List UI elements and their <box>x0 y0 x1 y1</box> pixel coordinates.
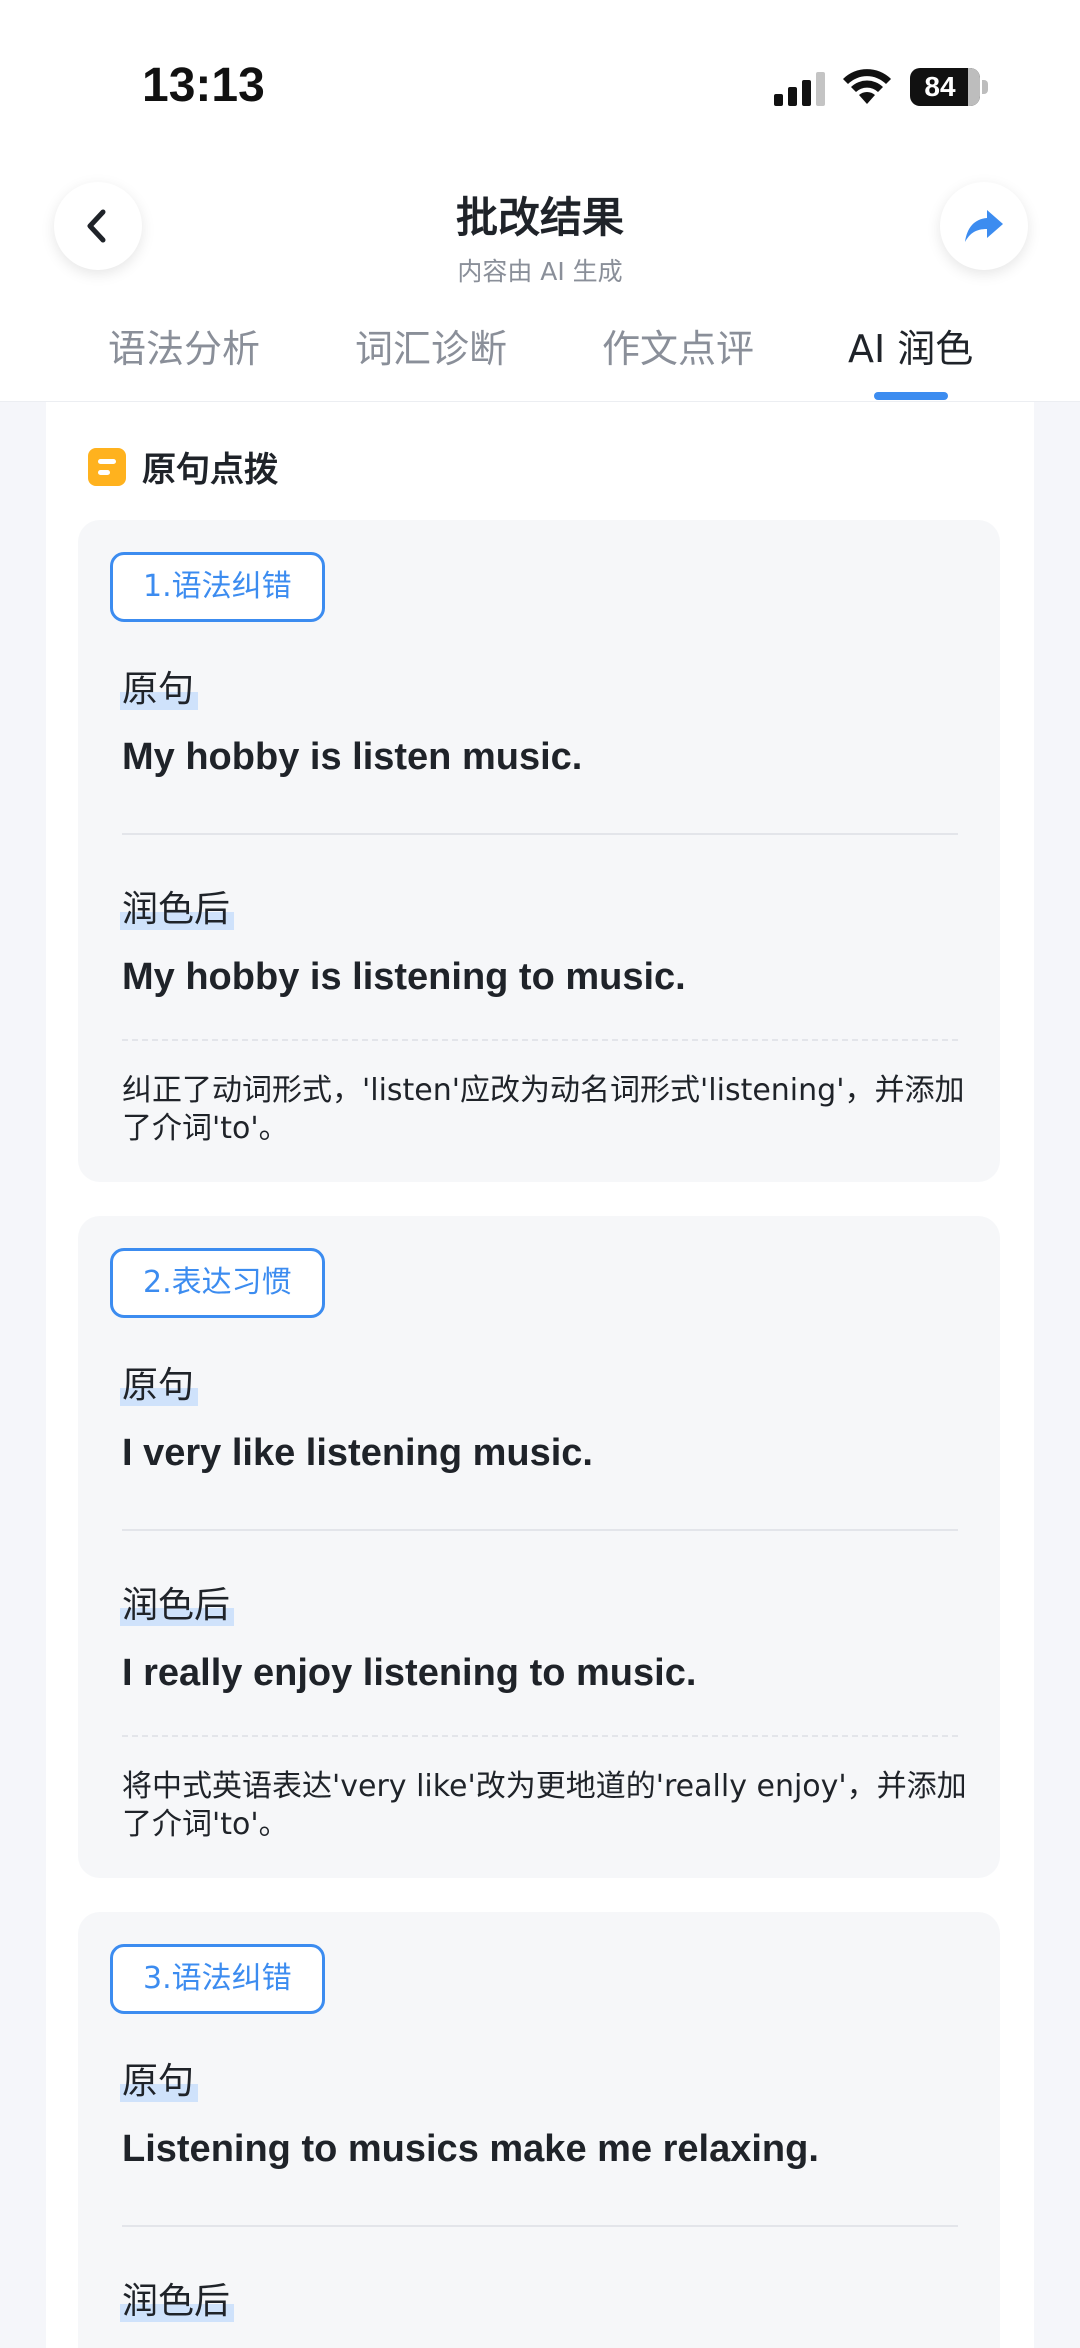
tab-ai-polish[interactable]: AI 润色 <box>848 318 973 373</box>
cellular-signal-icon <box>774 72 825 106</box>
divider <box>122 2225 958 2227</box>
suggestion-tag: 3.语法纠错 <box>110 1944 325 2014</box>
polished-label: 润色后 <box>119 1576 235 1628</box>
suggestion-card: 2.表达习惯 原句 I very like listening music. 润… <box>78 1216 1000 1878</box>
polished-label: 润色后 <box>119 2272 235 2324</box>
tab-bar: 语法分析 词汇诊断 作文点评 AI 润色 <box>0 312 1080 402</box>
page-title: 批改结果 <box>455 193 624 242</box>
battery-level: 84 <box>924 71 956 102</box>
note-icon <box>88 447 126 486</box>
polished-sentence: I really enjoy listening to music. <box>122 1652 697 1694</box>
status-time: 13:13 <box>142 59 265 112</box>
section-title: 原句点拨 <box>142 450 278 490</box>
suggestion-tag: 1.语法纠错 <box>110 552 325 622</box>
divider <box>122 1529 958 1531</box>
screen: 13:13 84 批改结果 内容由 AI 生成 语法分析 词汇诊断 作文点评 A… <box>0 0 1080 2348</box>
original-label: 原句 <box>119 660 199 712</box>
suggestion-card: 3.语法纠错 原句 Listening to musics make me re… <box>78 1912 1000 2348</box>
status-bar: 13:13 84 <box>0 0 1080 150</box>
share-button[interactable] <box>940 182 1028 270</box>
polished-sentence: My hobby is listening to music. <box>122 956 686 998</box>
tab-active-indicator <box>874 392 948 400</box>
original-label: 原句 <box>119 1356 199 1408</box>
original-sentence: Listening to musics make me relaxing. <box>122 2128 819 2170</box>
battery-icon: 84 <box>910 68 988 106</box>
section-header: 原句点拨 <box>88 442 278 491</box>
share-arrow-icon <box>965 210 1003 242</box>
tab-essay-review[interactable]: 作文点评 <box>602 318 754 373</box>
tab-grammar-analysis[interactable]: 语法分析 <box>108 318 260 373</box>
original-label: 原句 <box>119 2052 199 2104</box>
dashed-divider <box>122 1735 958 1737</box>
page-subtitle: 内容由 AI 生成 <box>457 257 623 286</box>
explanation-text: 纠正了动词形式，'listen'应改为动名词形式'listening'，并添加了… <box>122 1073 965 1146</box>
polished-label: 润色后 <box>119 880 235 932</box>
content-card: 原句点拨 1.语法纠错 原句 My hobby is listen music.… <box>46 402 1034 2348</box>
wifi-icon <box>843 69 891 104</box>
suggestion-tag: 2.表达习惯 <box>110 1248 325 1318</box>
dashed-divider <box>122 1039 958 1041</box>
explanation-text: 将中式英语表达'very like'改为更地道的'really enjoy'，并… <box>122 1769 967 1842</box>
original-sentence: My hobby is listen music. <box>122 736 583 778</box>
divider <box>122 833 958 835</box>
suggestion-card: 1.语法纠错 原句 My hobby is listen music. 润色后 … <box>78 520 1000 1182</box>
top-header-area: 13:13 84 批改结果 内容由 AI 生成 语法分析 词汇诊断 作文点评 A… <box>0 0 1080 402</box>
original-sentence: I very like listening music. <box>122 1432 593 1474</box>
tab-vocabulary-diagnosis[interactable]: 词汇诊断 <box>355 318 507 373</box>
